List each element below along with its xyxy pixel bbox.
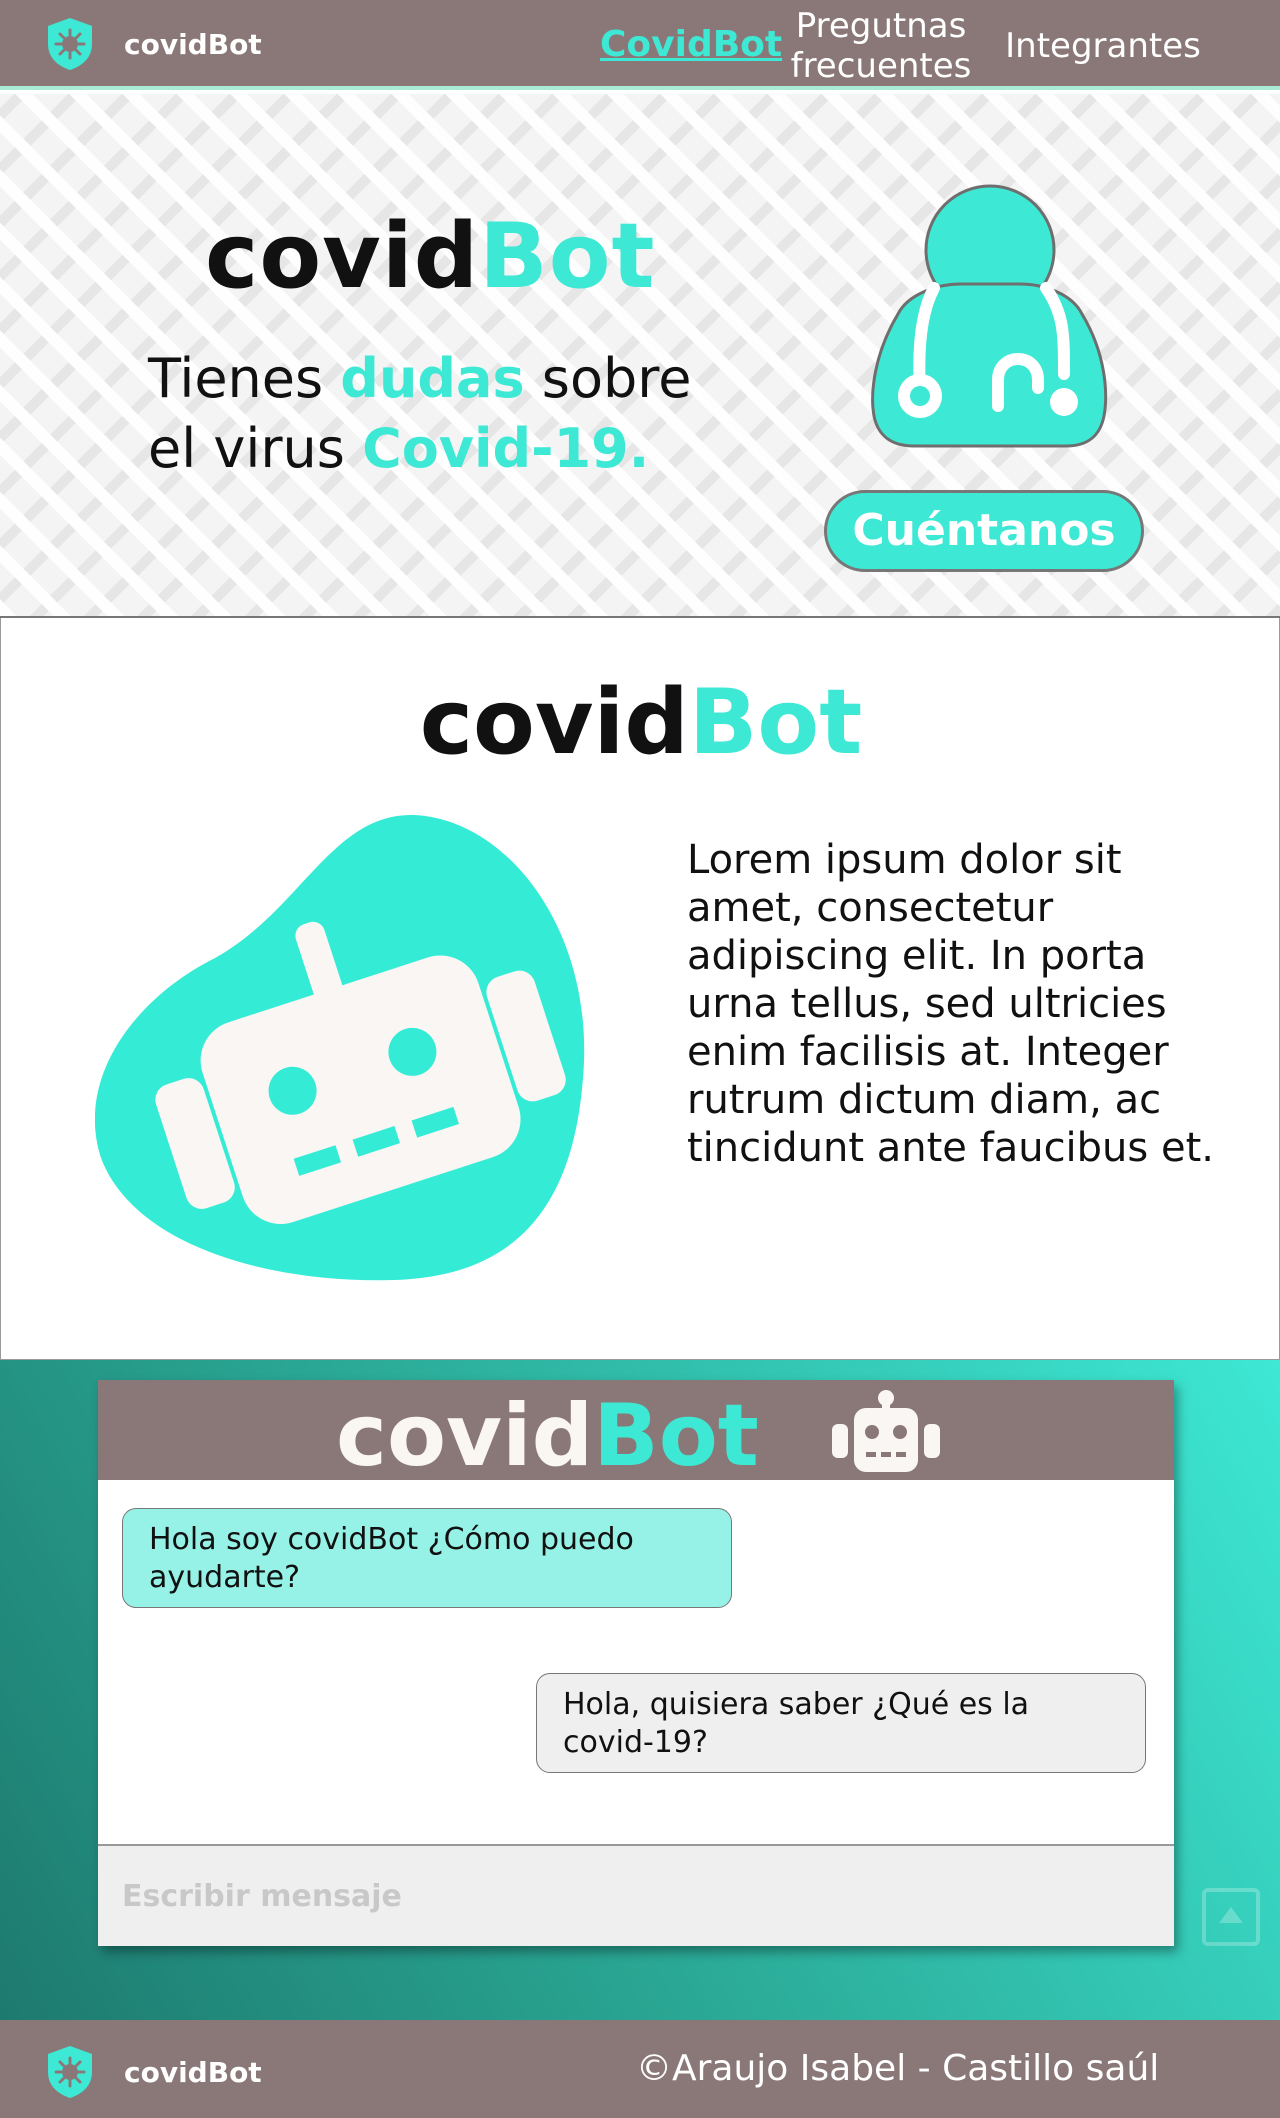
copyright-text: ©Araujo Isabel - Castillo saúl [636,2048,1160,2089]
top-navbar: covidBot CovidBot Pregutnas frecuentes I… [0,0,1280,90]
chat-title-covid: covid [336,1386,594,1486]
chat-input-bar [98,1844,1174,1946]
chat-title-bot: Bot [593,1386,759,1486]
hero-line2-a: el virus [148,417,363,480]
footer-brand[interactable]: covidBot [44,2044,262,2100]
shield-virus-icon [48,2046,92,2098]
hero-subtitle: Tienes dudas sobre el virus Covid-19. [148,344,692,484]
chat-section: covidBot Hola soy covidBot ¿Cómo puedo a… [0,1360,1280,2020]
chat-widget: covidBot Hola soy covidBot ¿Cómo puedo a… [98,1380,1174,1946]
about-title: covidBot [1,670,1280,775]
hero-title: covidBot [205,204,656,309]
brand[interactable]: covidBot [44,16,262,72]
nav-preguntas-line2: frecuentes [790,46,972,86]
scroll-top-button[interactable] [1202,1888,1260,1946]
brand-name: covidBot [124,27,262,61]
footer: covidBot ©Araujo Isabel - Castillo saúl [0,2020,1280,2118]
doctor-icon [871,184,1108,448]
nav-integrantes[interactable]: Integrantes [998,26,1208,66]
scroll-top-icon [1219,1907,1243,1923]
about-description: Lorem ipsum dolor sit amet, consectetur … [687,837,1214,1171]
hero-line1-c: sobre [524,347,692,410]
cuentanos-button[interactable]: Cuéntanos [824,490,1144,572]
chat-header: covidBot [98,1380,1174,1486]
chat-title: covidBot [336,1386,759,1486]
robot-icon [832,1390,940,1472]
hero-line2-b: Covid-19. [362,417,650,480]
about-section: covidBot Lorem ipsum dolor sit amet, con… [0,618,1280,1360]
about-title-covid: covid [419,670,689,775]
about-title-bot: Bot [688,670,863,775]
nav-covidbot[interactable]: CovidBot [600,25,782,65]
user-message: Hola, quisiera saber ¿Qué es la covid-19… [536,1673,1146,1773]
hero-line1-a: Tienes [148,347,341,410]
hero-section: covidBot Tienes dudas sobre el virus Cov… [0,94,1280,618]
shield-virus-icon [48,18,92,70]
hero-line1-b: dudas [340,347,525,410]
nav-preguntas-frecuentes[interactable]: Pregutnas frecuentes [786,6,976,86]
nav-preguntas-line1: Pregutnas [795,6,967,46]
bot-message: Hola soy covidBot ¿Cómo puedo ayudarte? [122,1508,732,1608]
robot-icon [95,815,585,1281]
message-input[interactable] [98,1846,1174,1946]
hero-title-bot: Bot [479,204,656,309]
footer-brand-name: covidBot [124,2055,262,2089]
hero-title-covid: covid [205,204,480,309]
